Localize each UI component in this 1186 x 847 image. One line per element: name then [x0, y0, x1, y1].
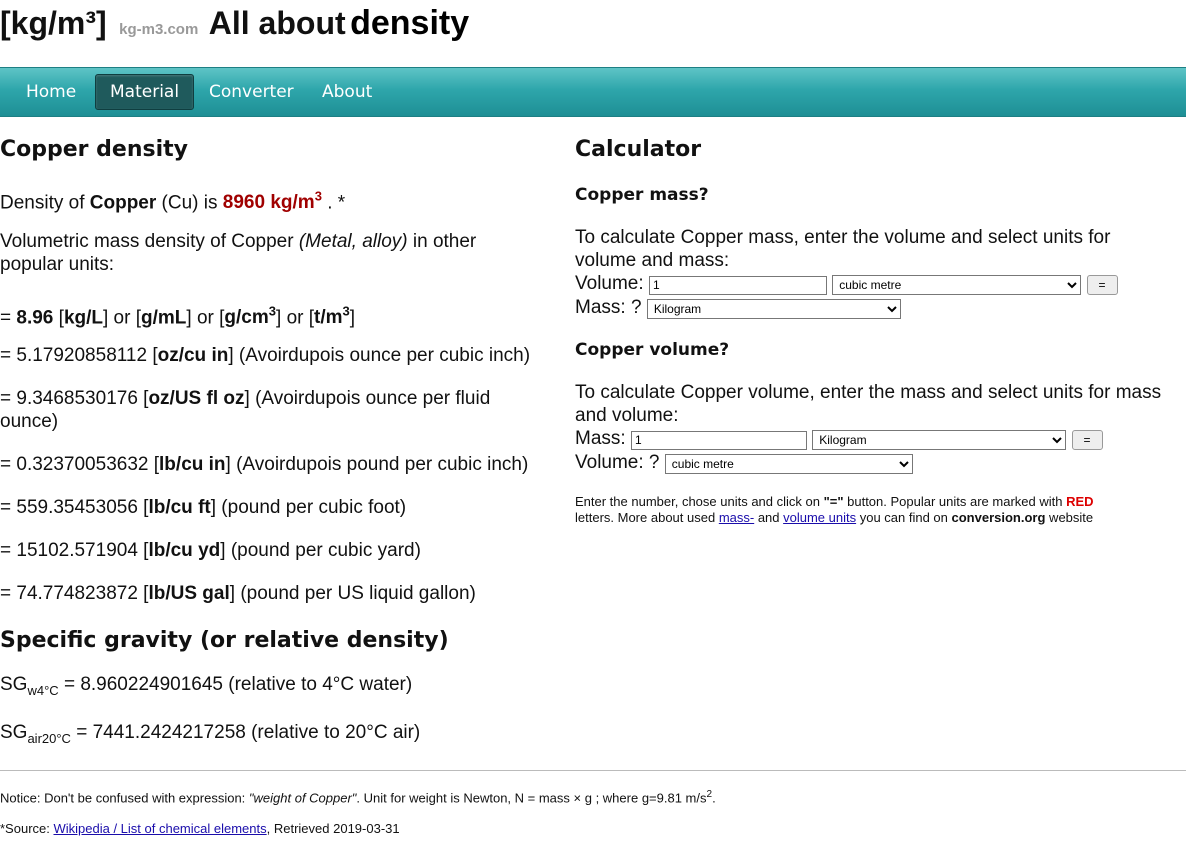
- volumetric-intro: Volumetric mass density of Copper (Metal…: [0, 231, 477, 252]
- unit-row: = 15102.571904 [lb/cu yd] (pound per cub…: [0, 540, 421, 561]
- sg-air: SGair20°C = 7441.2424217258 (relative to…: [0, 722, 421, 746]
- volume-input-row: Volume: cubic metre =: [575, 273, 1118, 295]
- volume-input[interactable]: [648, 275, 827, 295]
- unit-row: = 0.32370053632 [lb/cu in] (Avoirdupois …: [0, 454, 529, 475]
- unit-row: = 5.17920858112 [oz/cu in] (Avoirdupois …: [0, 345, 531, 366]
- unit-row: = 559.35453056 [lb/cu ft] (pound per cub…: [0, 497, 407, 518]
- unit-row: = 74.774823872 [lb/US gal] (pound per US…: [0, 583, 476, 604]
- calculator-heading: Calculator: [575, 137, 702, 162]
- unit-row-cont: ounce): [0, 411, 59, 432]
- mass-units-link[interactable]: mass-: [719, 510, 754, 525]
- nav-about[interactable]: About: [308, 75, 386, 109]
- volume-result-row: Volume: ? cubic metre: [575, 452, 913, 474]
- unit-row: = 9.3468530176 [oz/US fl oz] (Avoirdupoi…: [0, 388, 491, 409]
- mass-heading: Copper mass?: [575, 185, 709, 205]
- brand-title-word: density: [350, 4, 470, 42]
- brand-site[interactable]: kg-m3.com: [119, 21, 198, 38]
- nav-material[interactable]: Material: [95, 74, 195, 110]
- calculator-help: Enter the number, chose units and click …: [575, 494, 1094, 525]
- volume-heading: Copper volume?: [575, 340, 730, 360]
- material-name: Copper: [89, 192, 157, 214]
- volume-units-link[interactable]: volume units: [783, 510, 856, 525]
- mass-input[interactable]: [630, 430, 807, 450]
- mass-unit-select[interactable]: Kilogram: [812, 430, 1067, 450]
- wikipedia-link[interactable]: Wikipedia / List of chemical elements: [53, 821, 266, 836]
- density-statement: Density of Copper (Cu) is 8960 kg/m3 . *: [0, 189, 346, 214]
- mass-intro: To calculate Copper mass, enter the volu…: [575, 227, 1111, 271]
- sg-water: SGw4°C = 8.960224901645 (relative to 4°C…: [0, 674, 413, 698]
- weight-notice: Notice: Don't be confused with expressio…: [0, 789, 716, 806]
- main-nav: Home Material Converter About: [0, 67, 1186, 117]
- mass-input-row: Mass: Kilogram =: [575, 428, 1103, 450]
- mass-result-unit-select[interactable]: Kilogram: [646, 299, 901, 319]
- mass-result-row: Mass: ? Kilogram: [575, 297, 901, 319]
- calc-volume-button[interactable]: =: [1071, 430, 1103, 450]
- calc-mass-button[interactable]: =: [1086, 275, 1118, 295]
- source-note: *Source: Wikipedia / List of chemical el…: [0, 821, 400, 836]
- footer-divider: [0, 770, 1186, 771]
- conversion-org: conversion.org: [951, 510, 1046, 525]
- unit-row-kgl: = 8.96 [kg/L] or [g/mL] or [g/cm3] or [t…: [0, 304, 356, 329]
- brand-title-prefix: All about: [208, 5, 346, 41]
- sg-heading: Specific gravity (or relative density): [0, 628, 449, 653]
- density-value: 8960 kg/m3: [222, 189, 322, 214]
- brand-code: [kg/m³]: [0, 5, 107, 41]
- volume-intro: To calculate Copper volume, enter the ma…: [575, 382, 1162, 426]
- site-brand: [kg/m³] kg-m3.com All about density: [0, 4, 469, 48]
- volume-result-unit-select[interactable]: cubic metre: [664, 454, 913, 474]
- density-heading: Copper density: [0, 137, 189, 162]
- volume-unit-select[interactable]: cubic metre: [832, 275, 1082, 295]
- nav-converter[interactable]: Converter: [195, 75, 308, 109]
- nav-home[interactable]: Home: [12, 75, 90, 109]
- volumetric-intro-2: popular units:: [0, 254, 115, 275]
